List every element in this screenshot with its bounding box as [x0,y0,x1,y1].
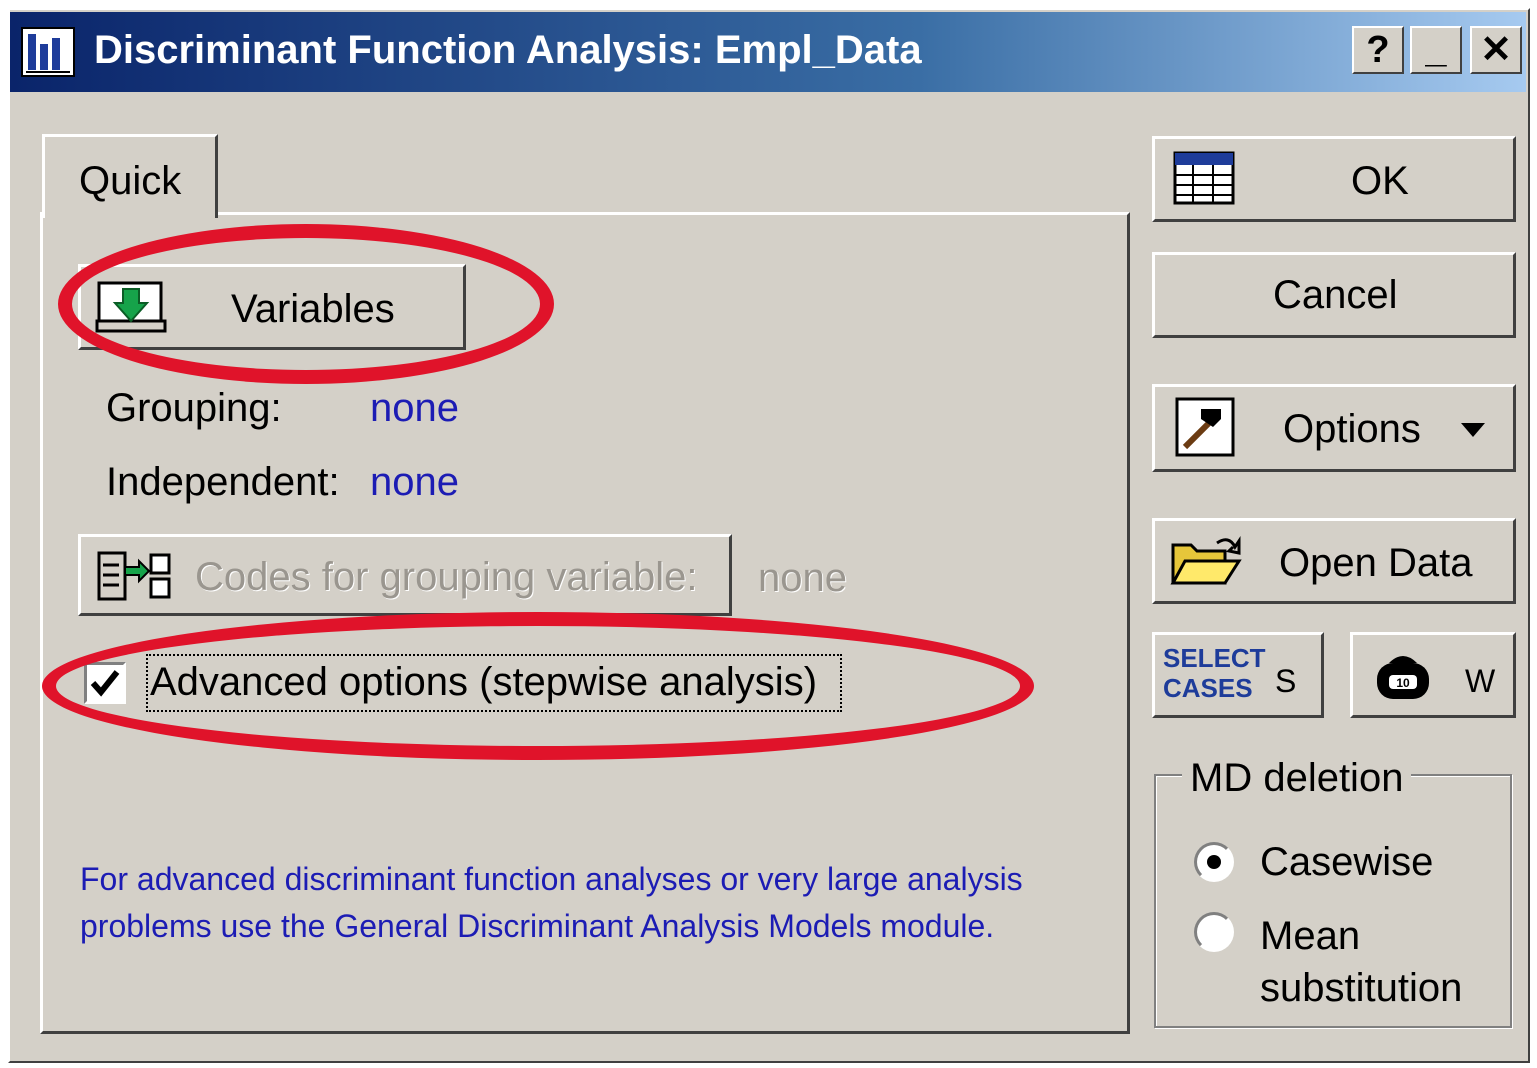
grouping-value: none [370,386,459,430]
select-cases-key: S [1275,663,1297,699]
help-button[interactable]: ? [1352,26,1404,74]
select-cases-button[interactable]: SELECT CASES S [1152,632,1324,718]
open-data-button[interactable]: Open Data [1152,518,1516,604]
weight-key: W [1465,663,1496,699]
hammer-icon [1175,397,1235,457]
mean-substitution-label[interactable]: Mean substitution [1260,910,1500,1014]
mean-substitution-radio[interactable] [1194,912,1234,952]
casewise-radio[interactable] [1194,842,1234,882]
radio-selected-dot [1207,855,1221,869]
select-cases-icon-line1: SELECT [1163,643,1266,673]
casewise-label[interactable]: Casewise [1260,840,1433,885]
codes-value: none [758,556,847,600]
minimize-button[interactable]: _ [1410,26,1462,74]
weight-button[interactable]: 10 W [1350,632,1516,718]
tab-quick-label: Quick [79,159,182,203]
cancel-button-label: Cancel [1273,273,1398,317]
cancel-button[interactable]: Cancel [1152,252,1516,338]
app-icon [21,27,75,77]
open-data-button-label: Open Data [1279,541,1473,585]
options-button[interactable]: Options [1152,384,1516,472]
grouping-label: Grouping: [106,386,282,430]
window-title: Discriminant Function Analysis: Empl_Dat… [94,28,922,72]
weight-icon: 10 [1377,656,1429,699]
codes-for-grouping-button[interactable]: Codes for grouping variable: [78,534,732,616]
dropdown-arrow-icon [1461,423,1485,437]
variables-button-label: Variables [231,287,395,331]
info-note: For advanced discriminant function analy… [80,861,1023,944]
advanced-options-label[interactable]: Advanced options (stepwise analysis) [150,660,817,705]
close-button[interactable]: ✕ [1470,26,1522,74]
title-bar: Discriminant Function Analysis: Empl_Dat… [10,12,1526,92]
independent-value: none [370,460,459,504]
independent-label: Independent: [106,460,340,504]
open-folder-icon [1170,536,1242,585]
spreadsheet-icon [1173,151,1235,205]
variables-icon [95,281,167,333]
select-cases-icon-line2: CASES [1163,673,1253,703]
ok-button-label: OK [1351,159,1409,203]
advanced-options-checkbox[interactable] [84,662,126,704]
checkmark-icon [90,670,120,697]
svg-text:10: 10 [1396,676,1410,690]
tab-quick[interactable]: Quick [42,134,218,218]
select-cases-icon: SELECT CASES [1163,643,1266,703]
codes-button-label: Codes for grouping variable: [195,555,698,599]
ok-button[interactable]: OK [1152,136,1516,222]
codes-icon [97,551,171,601]
md-deletion-legend: MD deletion [1182,756,1412,801]
options-button-label: Options [1283,407,1421,451]
variables-button[interactable]: Variables [78,264,466,350]
